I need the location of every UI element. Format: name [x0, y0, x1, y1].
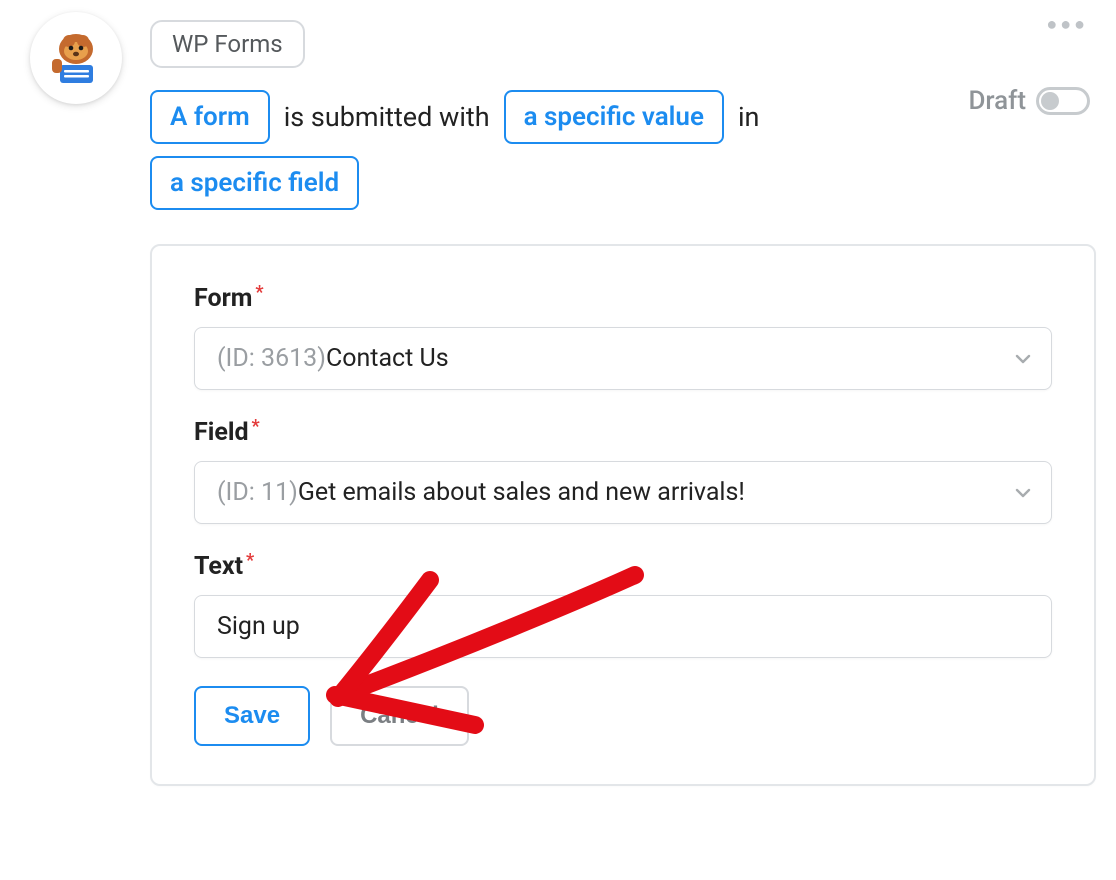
- form-token[interactable]: A form: [150, 90, 270, 144]
- toggle-knob-icon: [1041, 92, 1059, 110]
- form-select[interactable]: (ID: 3613) Contact Us: [194, 327, 1052, 390]
- field-select[interactable]: (ID: 11) Get emails about sales and new …: [194, 461, 1052, 524]
- chevron-down-icon: [1013, 349, 1033, 369]
- integration-pill[interactable]: WP Forms: [150, 20, 305, 68]
- chevron-down-icon: [1013, 483, 1033, 503]
- form-label: Form*: [194, 284, 261, 313]
- draft-label: Draft: [968, 86, 1026, 116]
- required-asterisk-icon: *: [255, 282, 263, 303]
- wpforms-logo-icon: [47, 29, 105, 87]
- config-panel: Form* (ID: 3613) Contact Us Field* (ID: …: [150, 244, 1096, 786]
- save-button[interactable]: Save: [194, 686, 310, 746]
- integration-avatar: [30, 12, 122, 104]
- field-select-value: Get emails about sales and new arrivals!: [298, 478, 745, 507]
- form-id-prefix: (ID: 3613): [217, 344, 326, 373]
- sentence-text-1: is submitted with: [284, 101, 490, 133]
- required-asterisk-icon: *: [252, 416, 260, 437]
- sentence-text-2: in: [738, 101, 759, 133]
- integration-pill-label: WP Forms: [172, 30, 283, 58]
- trigger-sentence: A form is submitted with a specific valu…: [150, 90, 850, 210]
- required-asterisk-icon: *: [246, 550, 254, 571]
- field-token[interactable]: a specific field: [150, 156, 359, 210]
- text-label: Text*: [194, 552, 251, 581]
- value-token[interactable]: a specific value: [504, 90, 724, 144]
- text-input[interactable]: [194, 595, 1052, 658]
- draft-toggle[interactable]: [1036, 87, 1090, 115]
- cancel-button[interactable]: Cancel: [330, 686, 469, 746]
- field-id-prefix: (ID: 11): [217, 478, 298, 507]
- form-select-value: Contact Us: [326, 344, 449, 373]
- more-options-icon[interactable]: ●●●: [1046, 14, 1088, 35]
- field-label: Field*: [194, 418, 257, 447]
